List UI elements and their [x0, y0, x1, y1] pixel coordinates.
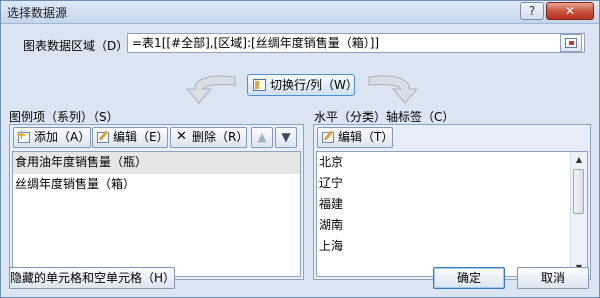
switch-row-column-label: 切换行/列（W） [270, 78, 358, 92]
switch-row-column-icon [253, 79, 266, 91]
axis-labels-label: 水平（分类）轴标签（C） [314, 110, 455, 124]
delete-icon: ✕ [176, 129, 187, 144]
window-title: 选择数据源 [7, 6, 68, 20]
switch-row-column-button[interactable]: 切换行/列（W） [247, 74, 358, 96]
axis-label-item[interactable]: 上海 [317, 236, 587, 257]
collapse-range-button[interactable] [560, 34, 582, 52]
move-down-button[interactable]: ▼ [275, 127, 297, 148]
dialog-body: 图表数据区域（D）: =表1[[#全部],[区域]:[丝绸年度销售量（箱）]] … [1, 24, 599, 297]
delete-series-label: 删除（R） [192, 130, 249, 144]
move-up-button[interactable]: ▲ [251, 127, 273, 148]
delete-series-button[interactable]: ✕ 删除（R） [170, 127, 249, 148]
axis-label-item[interactable]: 北京 [317, 152, 587, 173]
add-series-button[interactable]: 添加（A） [13, 126, 91, 148]
edit-icon [322, 132, 334, 143]
edit-icon [97, 132, 109, 143]
add-icon [16, 126, 30, 145]
axis-label-item[interactable]: 湖南 [317, 215, 587, 236]
cancel-button[interactable]: 取消 [517, 267, 589, 289]
arrow-down-left-icon [185, 75, 236, 104]
arrow-down-right-icon [368, 75, 419, 104]
scrollbar-thumb[interactable] [573, 169, 584, 214]
edit-series-label: 编辑（E） [113, 130, 169, 144]
hidden-empty-cells-button[interactable]: 隐藏的单元格和空单元格（H） [9, 267, 175, 289]
series-list[interactable]: 食用油年度销售量（瓶） 丝绸年度销售量（箱） [12, 151, 301, 277]
axis-labels-group: 编辑（T） 北京 辽宁 福建 湖南 上海 ▲ ▼ [313, 124, 591, 280]
series-list-item[interactable]: 丝绸年度销售量（箱） [13, 174, 300, 196]
add-series-label: 添加（A） [34, 130, 91, 144]
legend-entries-group: 添加（A） 编辑（E） ✕ 删除（R） ▲ ▼ 食用油年度销售量（瓶） 丝绸年度… [9, 124, 304, 280]
data-range-input[interactable]: =表1[[#全部],[区域]:[丝绸年度销售量（箱）]] [127, 33, 585, 53]
range-select-icon [565, 38, 577, 48]
edit-series-button[interactable]: 编辑（E） [92, 127, 169, 148]
data-range-label: 图表数据区域（D）: [23, 39, 133, 53]
select-data-source-dialog: 选择数据源 ? ✕ 图表数据区域（D）: =表1[[#全部],[区域]:[丝绸年… [0, 0, 600, 298]
legend-entries-label: 图例项（系列）（S） [9, 110, 119, 124]
ok-button[interactable]: 确定 [433, 267, 505, 289]
scroll-up-icon[interactable]: ▲ [571, 152, 587, 168]
close-button[interactable]: ✕ [546, 2, 594, 20]
edit-axis-labels-label: 编辑（T） [338, 130, 394, 144]
title-bar: 选择数据源 ? ✕ [1, 1, 599, 24]
axis-labels-list[interactable]: 北京 辽宁 福建 湖南 上海 ▲ ▼ [316, 151, 588, 277]
edit-axis-labels-button[interactable]: 编辑（T） [317, 127, 393, 148]
axis-label-item[interactable]: 辽宁 [317, 173, 587, 194]
axis-labels-scrollbar[interactable]: ▲ ▼ [570, 152, 587, 276]
series-list-item[interactable]: 食用油年度销售量（瓶） [13, 152, 300, 174]
help-button[interactable]: ? [520, 2, 544, 20]
axis-label-item[interactable]: 福建 [317, 194, 587, 215]
